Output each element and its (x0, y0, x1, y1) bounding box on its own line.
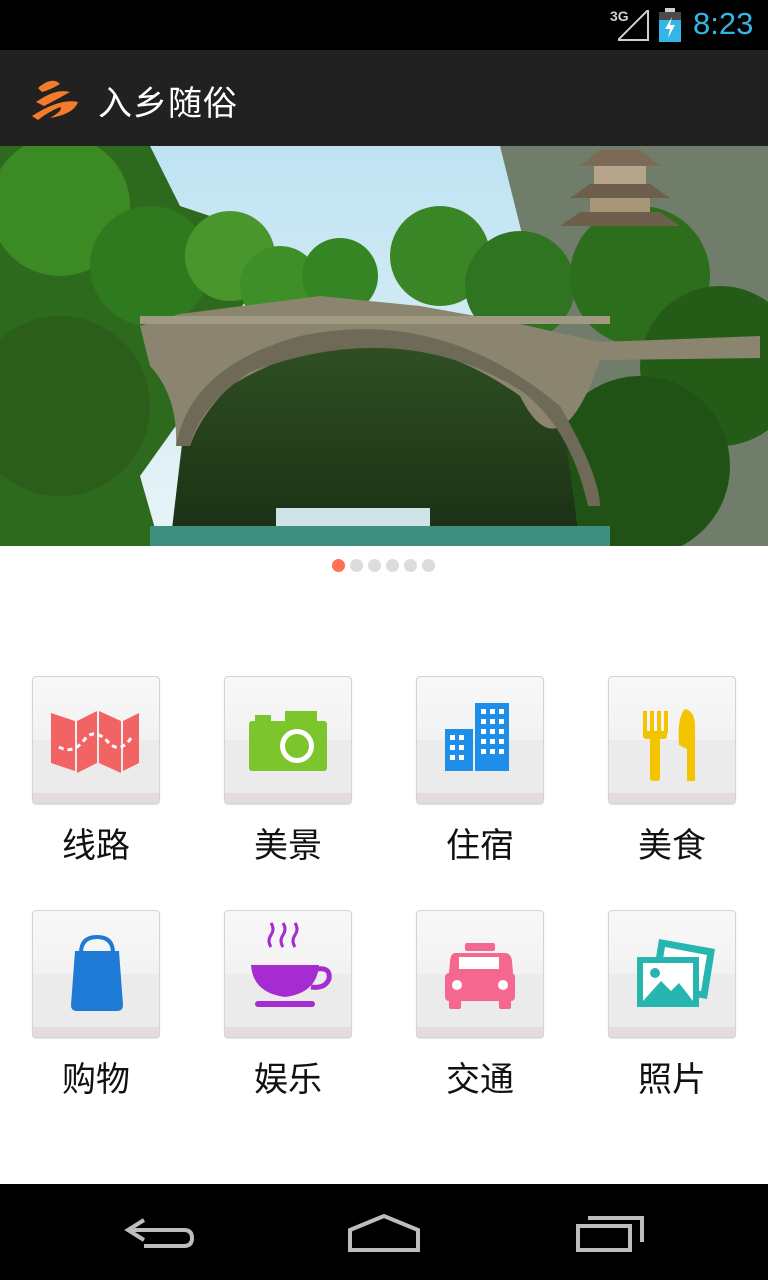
page-dot-6[interactable] (422, 559, 435, 572)
category-route-label: 线路 (62, 826, 130, 866)
building-icon (445, 703, 509, 771)
category-lodging-label: 住宿 (446, 826, 514, 866)
camera-icon (249, 711, 327, 771)
category-lodging-button[interactable] (416, 676, 544, 804)
home-icon (348, 1213, 420, 1252)
status-bar: 3G 8:23 (0, 0, 768, 50)
shopping-bag-icon (71, 934, 123, 1011)
category-entertainment-button[interactable] (224, 910, 352, 1038)
category-shopping-button[interactable] (32, 910, 160, 1038)
category-route-button[interactable] (32, 676, 160, 804)
back-button[interactable] (110, 1204, 210, 1260)
category-shopping-label: 购物 (62, 1060, 130, 1100)
category-scenery-label: 美景 (254, 826, 322, 866)
category-transport-label: 交通 (446, 1060, 514, 1100)
category-entertainment-label: 娱乐 (254, 1060, 322, 1100)
recent-apps-icon (576, 1216, 644, 1252)
category-transport-button[interactable] (416, 910, 544, 1038)
action-bar: 入乡随俗 (0, 50, 768, 146)
clock: 8:23 (693, 6, 754, 41)
page-dot-1[interactable] (332, 559, 345, 572)
page-dot-4[interactable] (386, 559, 399, 572)
map-icon (51, 711, 139, 773)
app-logo-icon (32, 80, 78, 120)
category-photos-button[interactable] (608, 910, 736, 1038)
taxi-icon (445, 943, 515, 1009)
page-dot-2[interactable] (350, 559, 363, 572)
navigation-bar (0, 1184, 768, 1280)
banner-carousel[interactable] (0, 146, 768, 546)
signal-icon (618, 10, 649, 41)
category-food-button[interactable] (608, 676, 736, 804)
back-arrow-icon (124, 1218, 195, 1248)
battery-charging-icon (659, 8, 681, 42)
photos-icon (637, 939, 715, 1007)
category-photos-label: 照片 (638, 1060, 706, 1100)
banner-image (0, 146, 768, 546)
category-food-label: 美食 (638, 826, 706, 866)
app-title: 入乡随俗 (98, 84, 238, 124)
page-dot-5[interactable] (404, 559, 417, 572)
fork-knife-icon (643, 709, 695, 781)
page-dot-3[interactable] (368, 559, 381, 572)
category-scenery-button[interactable] (224, 676, 352, 804)
recent-apps-button[interactable] (560, 1204, 660, 1260)
coffee-cup-icon (251, 922, 332, 1007)
home-button[interactable] (334, 1204, 434, 1260)
